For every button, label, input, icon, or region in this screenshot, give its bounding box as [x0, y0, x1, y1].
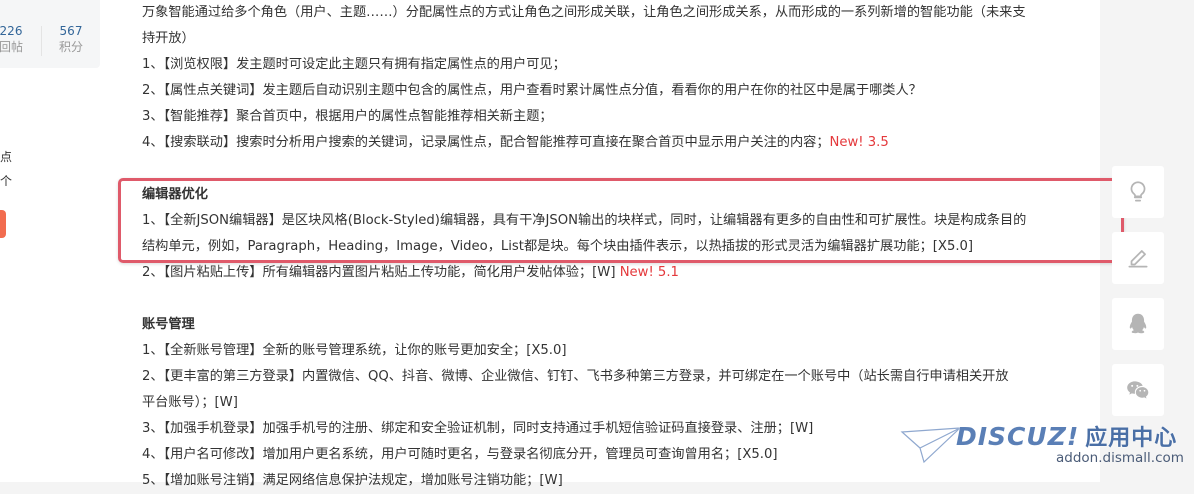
- edit-icon: [1128, 250, 1148, 268]
- feature-item: 3、【智能推荐】聚合首页中，根据用户的属性点智能推荐相关新主题；: [142, 109, 553, 124]
- watermark-url: addon.dismall.com: [1056, 450, 1184, 466]
- edit-button[interactable]: [1112, 232, 1164, 284]
- section-title-account: 账号管理: [142, 317, 195, 332]
- feature-item: 4、【搜索联动】搜索时分析用户搜索的关键词，记录属性点，配合智能推荐可直接在聚合…: [142, 130, 1082, 156]
- feature-item: 1、【浏览权限】发主题时可设定此主题只有拥有指定属性点的用户可见；: [142, 57, 566, 72]
- feature-item-text: 2、【图片粘贴上传】所有编辑器内置图片粘贴上传功能，简化用户发帖体验；[W]: [142, 265, 620, 280]
- stat-points-label: 积分: [58, 40, 83, 54]
- feature-item: 1、【全新账号管理】全新的账号管理系统，让你的账号更加安全；[X5.0]: [142, 343, 567, 358]
- stat-divider: [41, 26, 42, 56]
- wechat-icon: [1127, 381, 1149, 399]
- stat-replies-value: 226: [0, 24, 23, 38]
- user-stats-box: 226 回帖 567 积分: [0, 0, 100, 68]
- watermark-logo-text: DISCUZ!: [956, 422, 1080, 451]
- feature-item-text: 4、【搜索联动】搜索时分析用户搜索的关键词，记录属性点，配合智能推荐可直接在聚合…: [142, 135, 830, 150]
- lightbulb-icon: [1130, 181, 1146, 202]
- stat-points-value: 567: [59, 24, 83, 38]
- feature-item: 2、【更丰富的第三方登录】内置微信、QQ、抖音、微博、企业微信、钉钉、飞书多种第…: [142, 369, 1009, 384]
- new-badge: New! 5.1: [619, 265, 679, 280]
- wechat-button[interactable]: [1112, 364, 1164, 416]
- paper-plane-icon: [900, 426, 962, 465]
- new-badge: New! 3.5: [829, 135, 889, 150]
- feature-item-continued: 平台账号）；[W]: [142, 395, 238, 410]
- highlight-box: [118, 178, 1124, 263]
- lightbulb-button[interactable]: [1112, 166, 1164, 218]
- intro-line-2: 持开放）: [142, 31, 195, 46]
- discuz-watermark: DISCUZ! 应用中心 addon.dismall.com: [900, 420, 1190, 478]
- watermark-logo-cn: 应用中心: [1085, 426, 1178, 451]
- qq-icon: [1129, 313, 1147, 334]
- feature-item: 2、【图片粘贴上传】所有编辑器内置图片粘贴上传功能，简化用户发帖体验；[W] N…: [142, 260, 1082, 286]
- left-sidebar: 226 回帖 567 积分 点 个: [0, 0, 122, 482]
- sidebar-fragment-2: 个: [0, 174, 13, 188]
- sidebar-fragment-1: 点: [0, 150, 13, 164]
- qq-button[interactable]: [1112, 298, 1164, 350]
- stat-replies-label: 回帖: [0, 40, 23, 54]
- stat-points[interactable]: 567 积分: [54, 24, 88, 55]
- stat-replies[interactable]: 226 回帖: [0, 24, 26, 55]
- sidebar-action-button[interactable]: [0, 210, 6, 238]
- watermark-logo: DISCUZ! 应用中心: [956, 420, 1177, 452]
- feature-item: 2、【属性点关键词】发主题后自动识别主题中包含的属性点，用户查看时累计属性点分值…: [142, 83, 922, 98]
- intro-line-1: 万象智能通过给多个角色（用户、主题……）分配属性点的方式让角色之间形成关联，让角…: [142, 5, 1026, 20]
